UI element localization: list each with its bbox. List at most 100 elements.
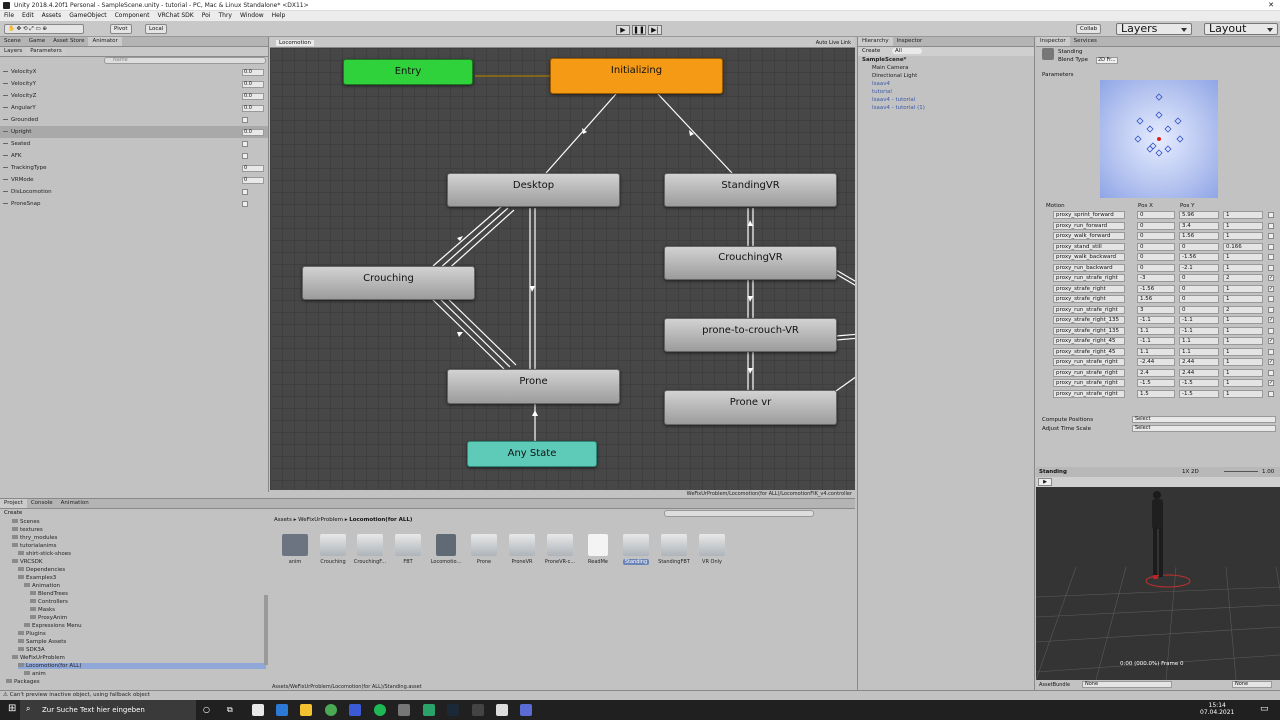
parameter-row[interactable]: TrackingType 0 [0,162,268,174]
parameter-value-field[interactable]: 0.0 [242,69,264,76]
layer-breadcrumb[interactable]: Locomotion [276,40,314,46]
parameter-value-field[interactable]: 0 [242,177,264,184]
drag-handle-icon[interactable] [3,155,8,156]
asset-item[interactable]: StandingFBT [657,534,691,565]
tab-animator[interactable]: Animator [88,37,122,46]
mirror-checkbox[interactable] [1268,348,1274,355]
pos-y-field[interactable]: 0 [1179,305,1219,314]
pos-x-field[interactable]: 1.56 [1137,295,1175,303]
drag-handle-icon[interactable] [3,83,8,84]
folder-tree-item[interactable]: tutorialanims [12,543,56,549]
motion-field[interactable]: proxy_strafe_right [1053,295,1125,303]
drag-handle-icon[interactable] [3,143,8,144]
asset-bundle-dropdown[interactable]: None [1082,681,1172,688]
drag-handle-icon[interactable] [3,167,8,168]
pos-x-field[interactable]: 1.1 [1137,347,1175,356]
clock[interactable]: 15:14 07.04.2021 [1200,702,1234,716]
pos-x-field[interactable]: 0 [1137,211,1175,219]
state-prone-to-crouch-vr[interactable]: prone-to-crouch-VR [664,318,837,352]
pos-y-field[interactable]: -1.56 [1179,253,1219,261]
mirror-checkbox[interactable] [1268,222,1274,229]
pos-x-field[interactable]: 2.4 [1137,368,1175,377]
motion-row[interactable]: proxy_strafe_right -1.56 0 1 ✓ [1043,284,1277,294]
speed-field[interactable]: 1 [1223,358,1263,366]
mirror-checkbox[interactable]: ✓ [1268,317,1274,323]
explorer-icon[interactable] [300,704,312,716]
mirror-checkbox[interactable] [1268,369,1274,376]
speed-field[interactable]: 1 [1223,211,1263,219]
transition-init-standingvr[interactable] [657,93,733,174]
pos-y-field[interactable]: 2.44 [1179,358,1219,366]
speed-field[interactable]: 1 [1223,232,1263,240]
parameter-row[interactable]: AngularY 0.0 [0,102,268,114]
menu-thry[interactable]: Thry [214,11,236,20]
parameter-row[interactable]: Seated [0,138,268,150]
app-icon[interactable] [398,704,410,716]
motion-row[interactable]: proxy_run_strafe_right -1.5 -1.5 1 ✓ [1043,378,1277,388]
parameter-row[interactable]: VelocityX 0.0 [0,66,268,78]
blend-type-dropdown[interactable]: 2D Fr... [1096,57,1118,64]
speed-field[interactable]: 1 [1223,337,1263,345]
pos-y-field[interactable]: 0 [1179,242,1219,251]
hierarchy-item[interactable]: Isaav4 - tutorial [858,96,1034,104]
speed-slider[interactable] [1224,471,1258,472]
parameter-row[interactable]: VRMode 0 [0,174,268,186]
cortana-icon[interactable]: ○ [203,705,210,714]
mirror-checkbox[interactable] [1268,233,1274,239]
pos-x-field[interactable]: 0 [1137,232,1175,240]
menu-poi[interactable]: Poi [198,11,215,20]
preview-mode[interactable]: 1X 2D [1182,467,1199,477]
pos-x-field[interactable]: 0 [1137,253,1175,261]
parameter-checkbox[interactable] [242,141,248,147]
adjust-time-scale-dropdown[interactable]: Select [1132,425,1276,432]
motion-field[interactable]: proxy_strafe_right_45 [1053,347,1125,356]
mirror-checkbox[interactable] [1268,327,1274,334]
folder-tree-item[interactable]: Examples3 [18,575,56,581]
transition-crouching-desktop[interactable] [438,207,509,270]
parameter-row[interactable]: AFK [0,150,268,162]
state-standingvr[interactable]: StandingVR [664,173,837,207]
transition-pronevr-offscreen[interactable] [835,374,855,392]
animator-graph[interactable]: Entry Initializing Desktop StandingVR Cr… [270,48,855,490]
hierarchy-item[interactable]: tutorial [858,88,1034,96]
state-any-state[interactable]: Any State [467,441,597,467]
close-window-icon[interactable]: ✕ [1268,1,1274,9]
parameter-value-field[interactable]: 0.0 [242,129,264,136]
pos-x-field[interactable]: 0 [1137,221,1175,230]
motion-field[interactable]: proxy_strafe_right_135 [1053,316,1125,324]
motion-row[interactable]: proxy_strafe_right_135 -1.1 -1.1 1 ✓ [1043,315,1277,325]
motion-row[interactable]: proxy_run_backward 0 -2.1 1 [1043,263,1277,273]
step-button[interactable]: ▶| [648,25,662,35]
drag-handle-icon[interactable] [3,95,8,96]
speed-field[interactable]: 1 [1223,368,1263,377]
preview-play-button[interactable]: ▶ [1038,478,1052,486]
tab-asset-store[interactable]: Asset Store [49,37,88,46]
motion-field[interactable]: proxy_strafe_right [1053,284,1125,293]
tab-animation[interactable]: Animation [57,499,93,508]
pos-y-field[interactable]: 0 [1179,284,1219,293]
speed-field[interactable]: 1 [1223,284,1263,293]
pos-x-field[interactable]: -2.44 [1137,358,1175,366]
taskbar-search-input[interactable]: ⌕ Zur Suche Text hier eingeben [20,700,196,720]
mirror-checkbox[interactable]: ✓ [1268,275,1274,281]
motion-field[interactable]: proxy_run_strafe_right [1053,368,1125,377]
motion-row[interactable]: proxy_stand_still 0 0 0.166 [1043,242,1277,252]
pos-x-field[interactable]: 1.1 [1137,326,1175,335]
drag-handle-icon[interactable] [3,119,8,120]
mirror-checkbox[interactable]: ✓ [1268,359,1274,365]
mirror-checkbox[interactable] [1268,390,1274,397]
motion-row[interactable]: proxy_run_strafe_right -3 0 2 ✓ [1043,273,1277,283]
play-button[interactable]: ▶ [616,25,630,35]
tab-services[interactable]: Services [1070,37,1101,46]
mirror-checkbox[interactable] [1268,296,1274,302]
motion-field[interactable]: proxy_walk_backward [1053,253,1125,261]
parameter-row[interactable]: VelocityY 0.0 [0,78,268,90]
local-toggle[interactable]: Local [145,24,168,34]
folder-tree-item[interactable]: Sample Assets [18,639,66,645]
folder-tree-item[interactable]: Masks [30,607,55,613]
parameter-checkbox[interactable] [242,117,248,123]
pos-y-field[interactable]: -2.1 [1179,263,1219,272]
pos-x-field[interactable]: 0 [1137,263,1175,272]
pos-y-field[interactable]: -1.1 [1179,326,1219,335]
mirror-checkbox[interactable] [1268,254,1274,260]
